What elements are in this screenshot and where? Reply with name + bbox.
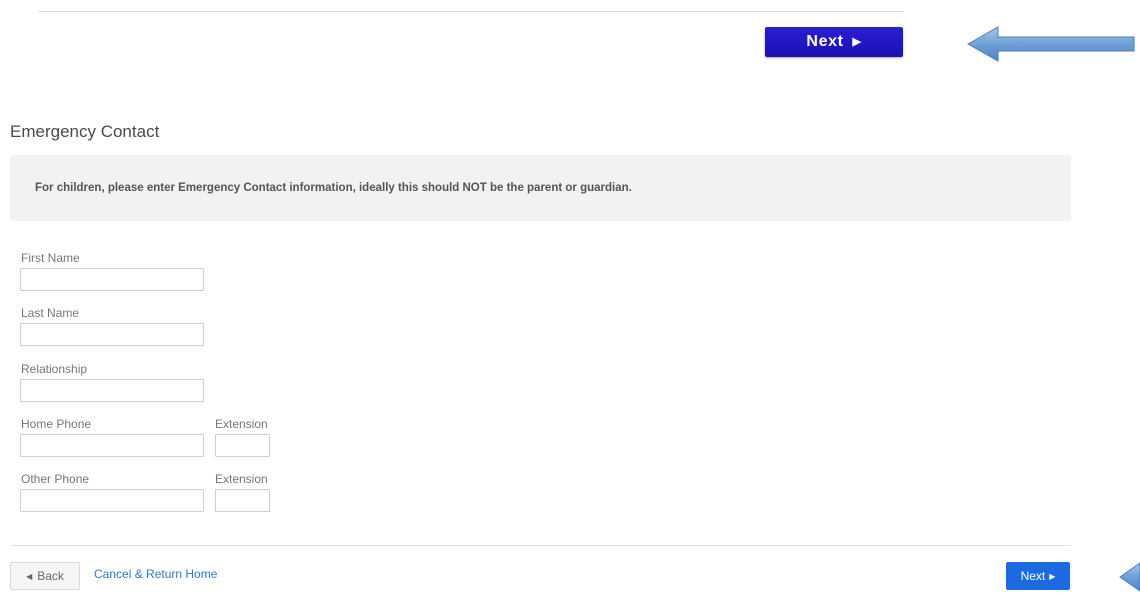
home-extension-input[interactable] <box>215 434 270 457</box>
relationship-input[interactable] <box>20 379 204 402</box>
last-name-input[interactable] <box>20 323 204 346</box>
first-name-label: First Name <box>21 251 80 265</box>
top-divider <box>38 11 904 12</box>
left-arrow-icon <box>1119 562 1140 592</box>
other-phone-input[interactable] <box>20 489 204 512</box>
left-arrow-icon <box>966 26 1135 62</box>
other-extension-input[interactable] <box>215 489 270 512</box>
home-extension-label: Extension <box>215 417 268 431</box>
home-phone-input[interactable] <box>20 434 204 457</box>
play-triangle-icon: ▶ <box>852 35 862 48</box>
bottom-next-label: Next <box>1020 569 1046 583</box>
other-phone-label: Other Phone <box>21 472 90 486</box>
home-phone-label: Home Phone <box>21 417 92 431</box>
top-next-button[interactable]: Next ▶ <box>765 27 903 57</box>
cancel-return-home-link[interactable]: Cancel & Return Home <box>94 567 217 581</box>
bottom-next-button[interactable]: Next ▶ <box>1006 562 1070 590</box>
first-name-input[interactable] <box>20 268 204 291</box>
section-title: Emergency Contact <box>10 122 160 141</box>
chevron-right-icon: ▶ <box>1049 571 1056 581</box>
notice-banner: For children, please enter Emergency Con… <box>10 155 1071 221</box>
footer-divider <box>10 545 1071 546</box>
notice-text: For children, please enter Emergency Con… <box>35 182 632 194</box>
other-extension-label: Extension <box>215 472 268 486</box>
back-button[interactable]: ◀ Back <box>10 562 80 590</box>
top-next-label: Next <box>806 33 844 50</box>
last-name-label: Last Name <box>21 306 80 320</box>
chevron-left-icon: ◀ <box>26 571 33 581</box>
relationship-label: Relationship <box>21 362 88 376</box>
back-label: Back <box>37 569 64 583</box>
